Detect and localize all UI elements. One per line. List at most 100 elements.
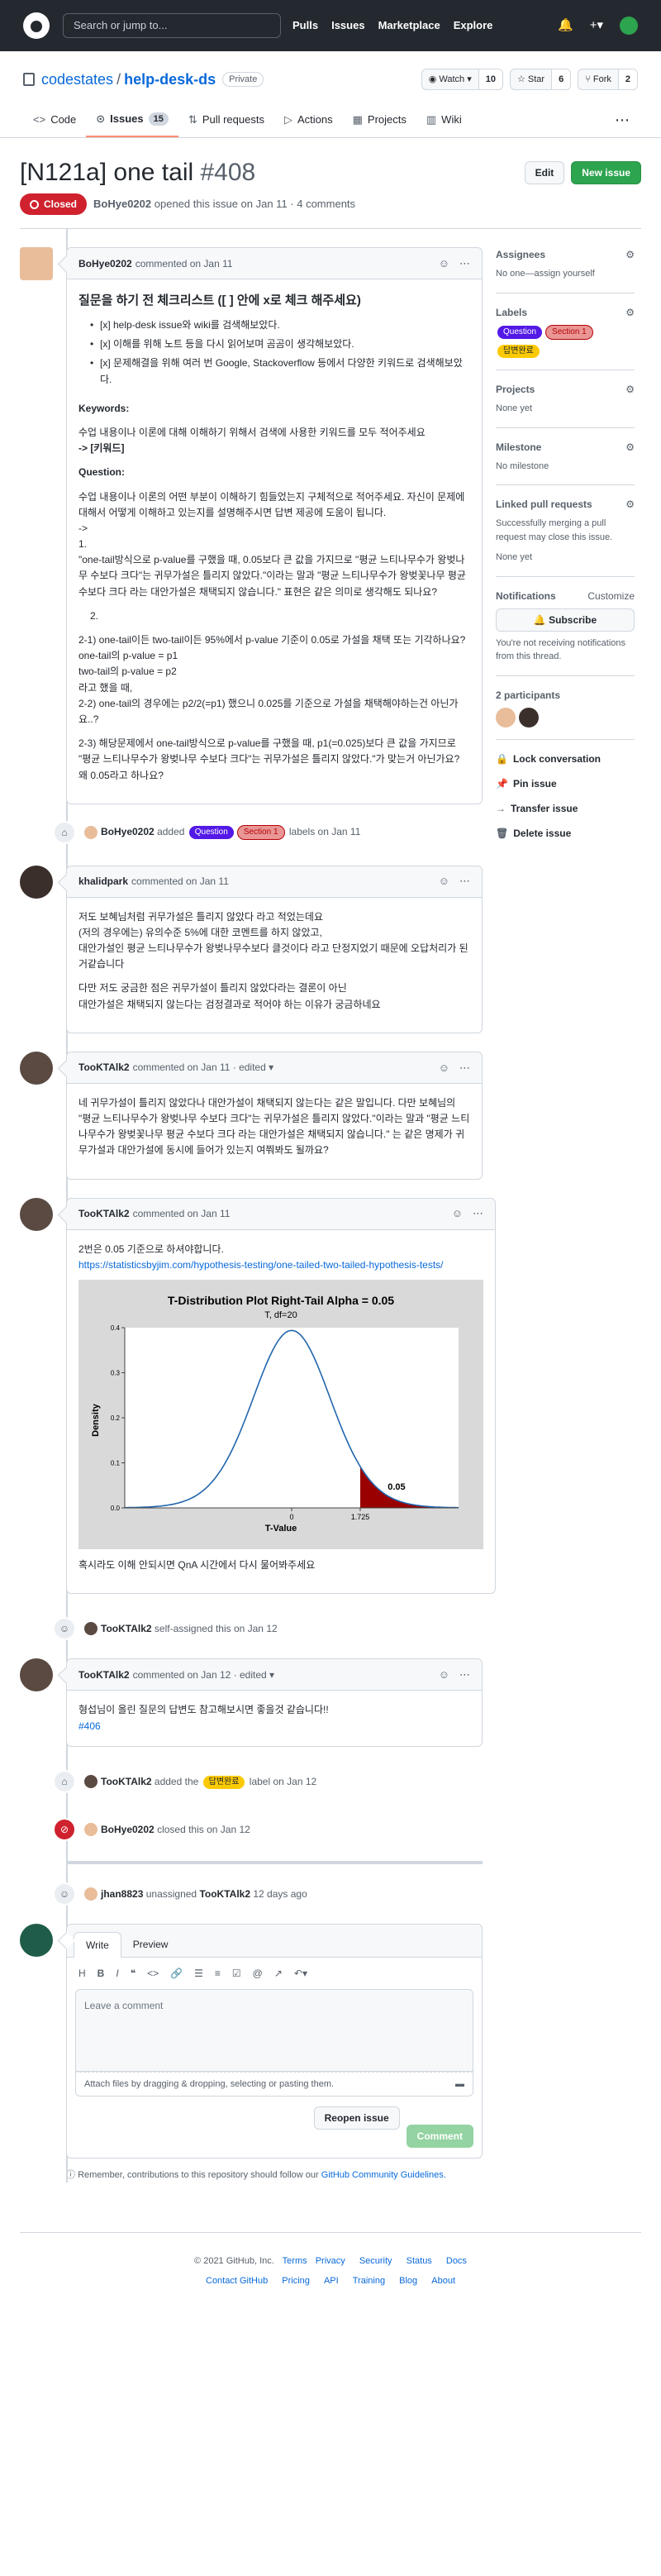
chevron-down-icon[interactable]: ▾ bbox=[269, 1060, 273, 1075]
nav-marketplace[interactable]: Marketplace bbox=[378, 17, 440, 34]
footer-link[interactable]: Status bbox=[407, 2256, 432, 2266]
pin-issue-button[interactable]: 📌 Pin issue bbox=[496, 776, 635, 791]
avatar[interactable] bbox=[20, 1658, 53, 1692]
attach-files-area[interactable]: Attach files by dragging & dropping, sel… bbox=[75, 2071, 473, 2097]
edit-button[interactable]: Edit bbox=[524, 161, 565, 184]
guidelines-link[interactable]: GitHub Community Guidelines. bbox=[321, 2170, 446, 2180]
smiley-icon[interactable]: ☺ bbox=[439, 1060, 449, 1076]
comment-author[interactable]: TooKTAlk2 bbox=[78, 1060, 130, 1075]
search-input[interactable]: Search or jump to... bbox=[63, 13, 281, 38]
code-icon[interactable]: <> bbox=[147, 1966, 159, 1981]
comment-author[interactable]: khalidpark bbox=[78, 874, 128, 889]
avatar[interactable] bbox=[84, 1622, 97, 1636]
watch-button[interactable]: ◉ Watch ▾ 10 bbox=[421, 69, 503, 90]
avatar[interactable] bbox=[519, 707, 539, 727]
event-author[interactable]: TooKTAlk2 bbox=[101, 1623, 152, 1634]
avatar[interactable] bbox=[84, 1887, 97, 1901]
fork-button[interactable]: ⑂ Fork 2 bbox=[578, 69, 638, 90]
tab-preview[interactable]: Preview bbox=[121, 1932, 180, 1957]
footer-link[interactable]: Security bbox=[359, 2256, 392, 2266]
footer-link[interactable]: Blog bbox=[399, 2276, 417, 2286]
github-logo-icon[interactable] bbox=[23, 12, 50, 39]
more-tabs-icon[interactable]: ⋯ bbox=[606, 103, 638, 137]
link-icon[interactable]: 🔗 bbox=[170, 1966, 183, 1981]
bullet-list-icon[interactable]: ☰ bbox=[194, 1966, 203, 1981]
event-author[interactable]: BoHye0202 bbox=[101, 1824, 155, 1835]
repo-name-link[interactable]: help-desk-ds bbox=[124, 69, 216, 91]
avatar[interactable] bbox=[20, 1197, 53, 1231]
label-section[interactable]: Section 1 bbox=[236, 825, 285, 841]
chevron-down-icon[interactable]: ▾ bbox=[269, 1667, 274, 1682]
tab-issues[interactable]: ⊙ Issues 15 bbox=[86, 103, 178, 137]
event-author[interactable]: jhan8823 bbox=[101, 1888, 143, 1900]
avatar[interactable] bbox=[84, 1774, 97, 1788]
markdown-icon[interactable]: ▬ bbox=[455, 2077, 464, 2092]
reference-link[interactable]: https://statisticsbyjim.com/hypothesis-t… bbox=[78, 1259, 444, 1271]
new-issue-button[interactable]: New issue bbox=[571, 161, 641, 184]
comment-author[interactable]: TooKTAlk2 bbox=[78, 1667, 130, 1682]
gear-icon[interactable]: ⚙ bbox=[625, 497, 635, 512]
footer-link[interactable]: About bbox=[431, 2276, 455, 2286]
kebab-icon[interactable]: ⋯ bbox=[459, 1667, 470, 1683]
footer-link[interactable]: Privacy bbox=[316, 2256, 345, 2266]
label-answered[interactable]: 답변완료 bbox=[202, 1775, 245, 1789]
tab-projects[interactable]: ▦ Projects bbox=[343, 103, 416, 137]
gear-icon[interactable]: ⚙ bbox=[625, 382, 635, 397]
footer-link[interactable]: Contact GitHub bbox=[206, 2276, 268, 2286]
heading-icon[interactable]: H bbox=[78, 1966, 86, 1981]
avatar[interactable] bbox=[20, 247, 53, 280]
user-avatar[interactable] bbox=[620, 17, 638, 35]
smiley-icon[interactable]: ☺ bbox=[439, 255, 449, 272]
comment-textarea[interactable]: Leave a comment bbox=[75, 1988, 473, 2072]
issue-link[interactable]: #406 bbox=[78, 1720, 101, 1732]
footer-link[interactable]: Training bbox=[353, 2276, 385, 2286]
avatar[interactable] bbox=[496, 707, 516, 727]
avatar[interactable] bbox=[84, 1822, 97, 1836]
footer-link[interactable]: Docs bbox=[446, 2256, 467, 2266]
label-question[interactable]: Question bbox=[188, 826, 234, 840]
avatar[interactable] bbox=[20, 865, 53, 899]
comment-author[interactable]: BoHye0202 bbox=[78, 256, 132, 271]
tab-wiki[interactable]: ▥ Wiki bbox=[416, 103, 472, 137]
label-answered[interactable]: 답변완료 bbox=[497, 345, 540, 359]
subscribe-button[interactable]: 🔔 Subscribe bbox=[496, 608, 635, 632]
bell-icon[interactable]: 🔔 bbox=[558, 17, 573, 36]
reopen-issue-button[interactable]: Reopen issue bbox=[313, 2106, 400, 2130]
label-section[interactable]: Section 1 bbox=[545, 325, 593, 341]
mention-icon[interactable]: @ bbox=[253, 1966, 263, 1981]
italic-icon[interactable]: I bbox=[116, 1966, 118, 1981]
footer-link[interactable]: Pricing bbox=[282, 2276, 310, 2286]
numbered-list-icon[interactable]: ≡ bbox=[215, 1966, 221, 1981]
tab-code[interactable]: <> Code bbox=[23, 103, 86, 137]
lock-conversation-button[interactable]: 🔒 Lock conversation bbox=[496, 751, 635, 766]
quote-icon[interactable]: ❝ bbox=[131, 1966, 136, 1981]
footer-link[interactable]: Terms bbox=[283, 2256, 307, 2266]
gear-icon[interactable]: ⚙ bbox=[625, 440, 635, 455]
reply-icon[interactable]: ↶▾ bbox=[294, 1966, 307, 1981]
event-author[interactable]: TooKTAlk2 bbox=[101, 1776, 152, 1787]
smiley-icon[interactable]: ☺ bbox=[439, 1667, 449, 1683]
assignees-value[interactable]: No one—assign yourself bbox=[496, 267, 635, 281]
kebab-icon[interactable]: ⋯ bbox=[459, 255, 470, 272]
gear-icon[interactable]: ⚙ bbox=[625, 305, 635, 320]
tab-pull-requests[interactable]: ⇅ Pull requests bbox=[178, 103, 274, 137]
event-author[interactable]: BoHye0202 bbox=[101, 826, 155, 837]
kebab-icon[interactable]: ⋯ bbox=[473, 1205, 483, 1222]
delete-issue-button[interactable]: 🗑 Delete issue bbox=[496, 826, 635, 841]
gear-icon[interactable]: ⚙ bbox=[625, 247, 635, 262]
tab-write[interactable]: Write bbox=[74, 1931, 121, 1958]
avatar[interactable] bbox=[20, 1051, 53, 1085]
tab-actions[interactable]: ▷ Actions bbox=[274, 103, 343, 137]
kebab-icon[interactable]: ⋯ bbox=[459, 1060, 470, 1076]
smiley-icon[interactable]: ☺ bbox=[452, 1205, 463, 1222]
transfer-issue-button[interactable]: → Transfer issue bbox=[496, 801, 635, 816]
comment-author[interactable]: TooKTAlk2 bbox=[78, 1206, 130, 1221]
nav-pulls[interactable]: Pulls bbox=[292, 17, 318, 34]
nav-explore[interactable]: Explore bbox=[454, 17, 493, 34]
repo-owner-link[interactable]: codestates bbox=[41, 69, 113, 91]
smiley-icon[interactable]: ☺ bbox=[439, 873, 449, 890]
task-list-icon[interactable]: ☑ bbox=[232, 1966, 241, 1981]
issue-author[interactable]: BoHye0202 bbox=[93, 198, 151, 210]
kebab-icon[interactable]: ⋯ bbox=[459, 873, 470, 890]
avatar[interactable] bbox=[20, 1923, 53, 1957]
